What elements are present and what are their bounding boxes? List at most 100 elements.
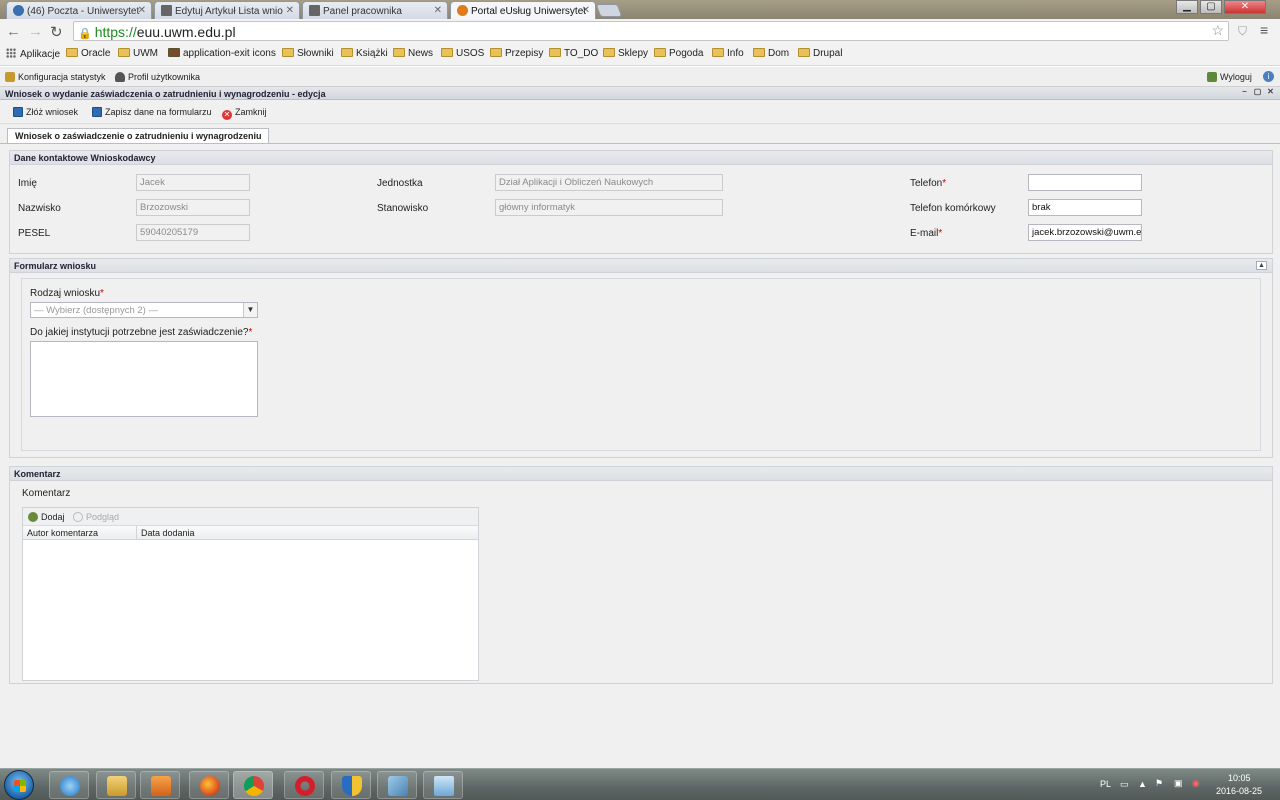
window-minimize-icon[interactable]: – [1240, 88, 1249, 97]
media-player-icon [151, 776, 171, 796]
bookmark-label: TO_DO [564, 48, 599, 59]
bookmark-application-exit[interactable]: application-exit icons [168, 48, 276, 59]
minimize-window-button[interactable]: ▁ [1176, 0, 1198, 14]
extension-shield-icon[interactable]: ⛉ [1238, 24, 1247, 39]
page-icon [161, 5, 172, 16]
institution-textarea[interactable] [30, 341, 258, 417]
request-type-select[interactable]: — Wybierz (dostępnych 2) — ▼ [30, 302, 258, 318]
bookmark-sklepy[interactable]: Sklepy [603, 48, 648, 59]
chevron-down-icon[interactable]: ▼ [243, 303, 257, 317]
browser-tab-poczta[interactable]: (46) Poczta - Uniwersytet ✕ [6, 1, 152, 19]
tab-close-icon[interactable]: ✕ [434, 5, 442, 16]
first-name-field[interactable]: Jacek [136, 174, 250, 191]
address-bar: ← → ↻ 🔒 https://euu.uwm.edu.pl ☆ ⛉ ≡ [0, 19, 1280, 44]
browser-tab-edytuj[interactable]: Edytuj Artykuł Lista wnio ✕ [154, 1, 300, 19]
bookmark-uwm[interactable]: UWM [118, 48, 158, 59]
maximize-window-button[interactable]: ▢ [1200, 0, 1222, 14]
bookmark-label: Przepisy [505, 48, 544, 59]
taskbar-ie[interactable] [49, 771, 89, 799]
window-close-icon[interactable]: ✕ [1266, 88, 1275, 97]
last-name-field[interactable]: Brzozowski [136, 199, 250, 216]
network-icon[interactable]: ▣ [1174, 778, 1183, 789]
phone-input[interactable] [1028, 174, 1142, 191]
new-tab-button[interactable] [595, 4, 623, 17]
taskbar-opera[interactable] [284, 771, 324, 799]
keyboard-icon[interactable]: ▭ [1120, 779, 1129, 790]
bookmark-news[interactable]: News [393, 48, 433, 59]
tab-close-icon[interactable]: ✕ [582, 5, 590, 16]
volume-muted-icon[interactable]: ◉ [1192, 778, 1200, 789]
taskbar-firefox[interactable] [189, 771, 229, 799]
bookmark-usos[interactable]: USOS [441, 48, 484, 59]
menu-hamburger-icon[interactable]: ≡ [1260, 22, 1268, 38]
close-circle-icon: ✕ [222, 110, 232, 120]
column-separator [136, 526, 137, 540]
save-form-button[interactable]: Zapisz dane na formularzu [92, 107, 212, 117]
taskbar-window[interactable] [423, 771, 463, 799]
taskbar-chrome[interactable] [233, 771, 273, 799]
flag-icon[interactable]: ⚑ [1155, 778, 1163, 789]
bookmark-info[interactable]: Info [712, 48, 744, 59]
bookmark-todo[interactable]: TO_DO [549, 48, 598, 59]
bookmark-star-icon[interactable]: ☆ [1211, 22, 1224, 39]
taskbar-security[interactable] [331, 771, 371, 799]
comments-label: Komentarz [22, 488, 71, 499]
user-profile-menu-item[interactable]: Profil użytkownika [115, 72, 200, 82]
unit-field[interactable]: Dział Aplikacji i Obliczeń Naukowych [495, 174, 723, 191]
bookmark-ksiazki[interactable]: Książki [341, 48, 388, 59]
start-button[interactable] [4, 770, 34, 800]
browser-tab-portal[interactable]: Portal eUsług Uniwersytet ✕ [450, 1, 596, 19]
request-type-label-text: Rodzaj wniosku [30, 288, 101, 299]
tray-expand-icon[interactable]: ▲ [1138, 779, 1147, 789]
bookmark-pogoda[interactable]: Pogoda [654, 48, 703, 59]
tab-close-icon[interactable]: ✕ [286, 5, 294, 16]
clock-date[interactable]: 2016-08-25 [1216, 786, 1262, 796]
url-input[interactable]: 🔒 https://euu.uwm.edu.pl ☆ [73, 21, 1229, 41]
folder-icon [341, 48, 353, 57]
close-button[interactable]: ✕ Zamknij [222, 107, 267, 120]
collapse-up-icon[interactable]: ▲ [1256, 261, 1267, 270]
reload-icon[interactable]: ↻ [50, 23, 63, 41]
bookmark-dom[interactable]: Dom [753, 48, 789, 59]
column-author[interactable]: Autor komentarza [27, 528, 98, 538]
pesel-field[interactable]: 59040205179 [136, 224, 250, 241]
email-input[interactable]: jacek.brzozowski@uwm.edu.pl [1028, 224, 1142, 241]
bookmark-drupal[interactable]: Drupal [798, 48, 842, 59]
apps-grid-icon [6, 48, 16, 58]
tab-close-icon[interactable]: ✕ [138, 5, 146, 16]
tab-certificate-request[interactable]: Wniosek o zaświadczenie o zatrudnieniu i… [7, 128, 269, 144]
chrome-icon [244, 776, 264, 796]
tab-divider [0, 143, 1280, 144]
mobile-input[interactable]: brak [1028, 199, 1142, 216]
language-indicator[interactable]: PL [1100, 779, 1111, 789]
browser-tab-panel[interactable]: Panel pracownika ✕ [302, 1, 448, 19]
taskbar-tools[interactable] [377, 771, 417, 799]
close-window-button[interactable]: ✕ [1224, 0, 1266, 14]
internet-explorer-icon [60, 776, 80, 796]
column-date[interactable]: Data dodania [141, 528, 195, 538]
bookmark-przepisy[interactable]: Przepisy [490, 48, 543, 59]
clock-time[interactable]: 10:05 [1228, 773, 1251, 783]
taskbar-explorer[interactable] [96, 771, 136, 799]
lock-icon: 🔒 [78, 28, 92, 40]
menu-item-label: Wyloguj [1220, 72, 1252, 82]
forward-arrow-icon[interactable]: → [28, 23, 43, 40]
submit-request-button[interactable]: Złóż wniosek [13, 107, 78, 117]
folder-icon [66, 48, 78, 57]
institution-label-text: Do jakiej instytucji potrzebne jest zaśw… [30, 327, 249, 338]
bookmark-aplikacje[interactable]: Aplikacje [6, 48, 60, 60]
info-icon[interactable]: i [1263, 71, 1274, 82]
section-header: Formularz wniosku ▲ [10, 259, 1272, 273]
mail-icon [13, 5, 24, 16]
preview-comment-button[interactable]: Podgląd [73, 512, 119, 522]
back-arrow-icon[interactable]: ← [6, 23, 21, 40]
config-stats-menu-item[interactable]: Konfiguracja statystyk [5, 72, 106, 82]
bookmark-slowniki[interactable]: Słowniki [282, 48, 334, 59]
position-field[interactable]: główny informatyk [495, 199, 723, 216]
add-comment-button[interactable]: Dodaj [28, 512, 65, 522]
folder-icon [712, 48, 724, 57]
window-maximize-icon[interactable]: ▢ [1253, 88, 1262, 97]
taskbar-media[interactable] [140, 771, 180, 799]
bookmark-oracle[interactable]: Oracle [66, 48, 110, 59]
logout-menu-item[interactable]: Wyloguj [1207, 72, 1252, 82]
